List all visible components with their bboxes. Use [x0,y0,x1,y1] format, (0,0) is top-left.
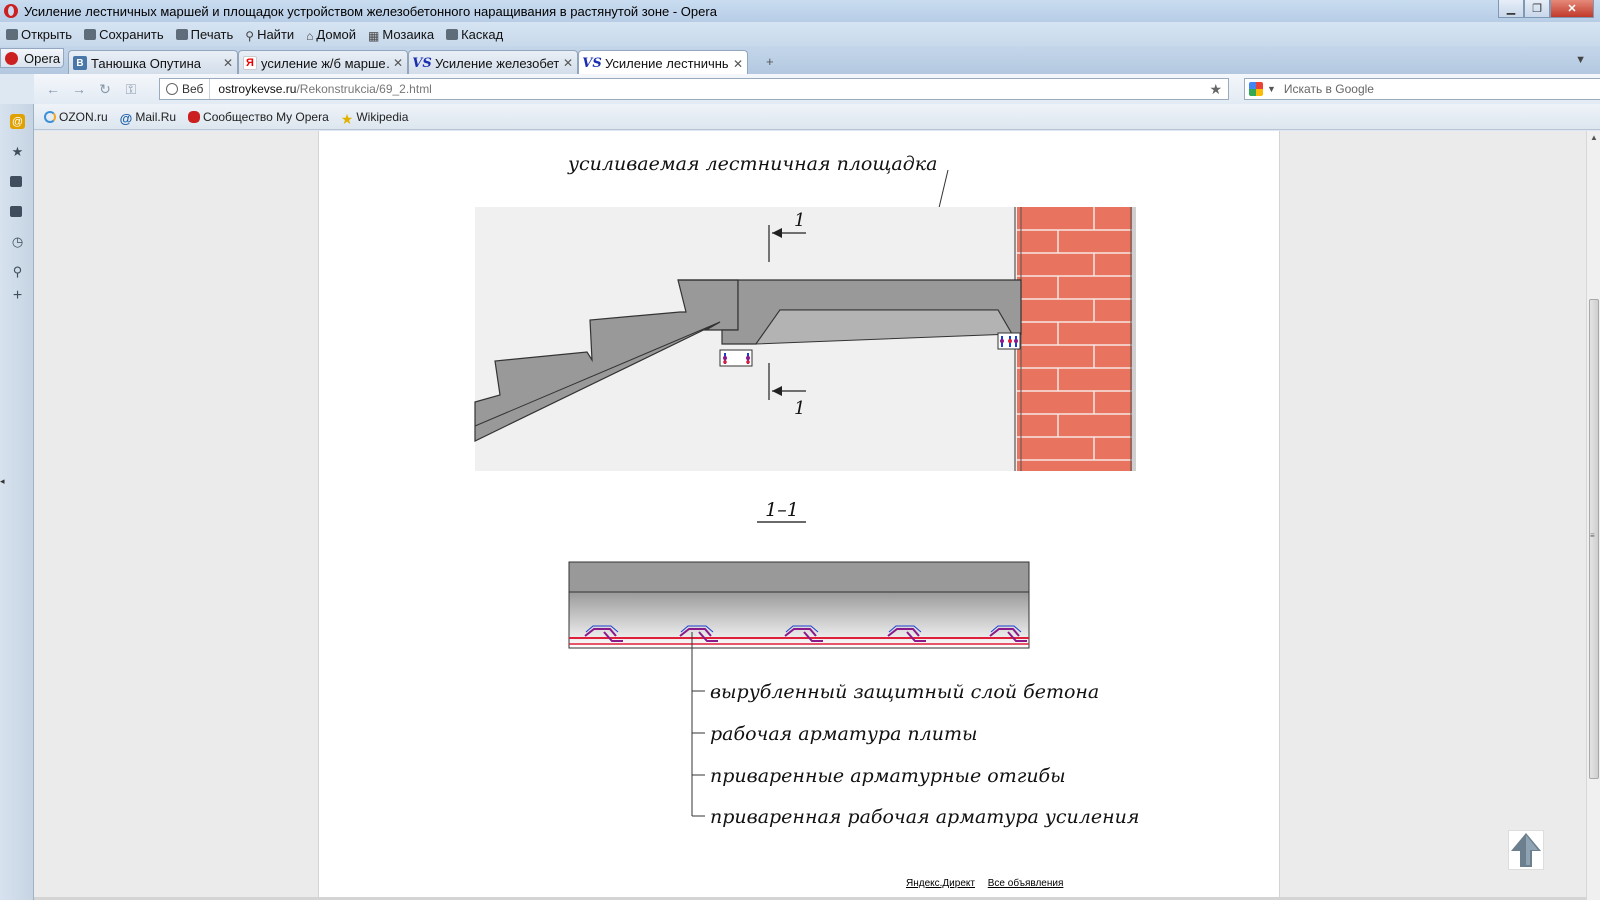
cross-section [568,561,1030,649]
section-title: 1–1 [765,499,799,521]
legend-leaders [691,632,705,817]
arrow-up-icon [1511,833,1541,867]
legend-item: вырубленный защитный слой бетона [710,681,1099,703]
reinforcement-diagram: усиливаемая лестничная площадка 1 1 1–1 … [474,153,1139,828]
landing-label: усиливаемая лестничная площадка [567,153,937,175]
all-ads-link[interactable]: Все объявления [988,878,1064,889]
scroll-up-arrow-icon[interactable]: ▲ [1590,133,1598,142]
legend-item: приваренная рабочая арматура усиления [710,806,1139,828]
scrollbar-grip-icon: ≡ [1590,531,1595,540]
brick-wall [1014,207,1136,471]
reinforcement-box-right [997,332,1021,350]
section-mark-top-label: 1 [794,210,805,231]
legend-item: рабочая арматура плиты [710,723,978,745]
ad-links: Яндекс.Директ Все объявления [906,878,1073,889]
section-mark-bottom-label: 1 [794,398,805,419]
reinforcement-box-left [719,349,753,367]
vertical-scrollbar[interactable]: ▲ ≡ [1586,131,1600,900]
legend-item: приваренные арматурные отгибы [710,765,1066,787]
yandex-direct-link[interactable]: Яндекс.Директ [906,878,975,889]
scroll-to-top-button[interactable] [1508,830,1544,870]
